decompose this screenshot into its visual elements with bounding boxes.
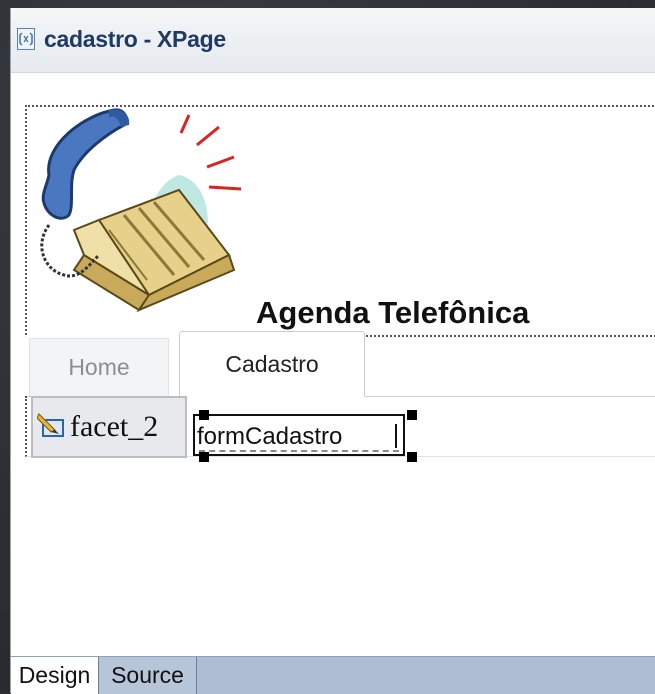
editor-titlebar[interactable]: cadastro - XPage (11, 8, 655, 73)
tab-cadastro[interactable]: Cadastro (179, 331, 365, 397)
tab-home[interactable]: Home (29, 338, 169, 396)
selection-handle-top-right[interactable] (407, 410, 417, 420)
tab-design[interactable]: Design (11, 657, 99, 694)
telephone-and-book-image[interactable] (29, 105, 254, 330)
form-label: formCadastro (197, 423, 343, 450)
editor-title: cadastro - XPage (44, 26, 226, 52)
form-cadastro-control[interactable]: formCadastro (193, 414, 405, 456)
text-cursor (395, 424, 397, 448)
tab-source[interactable]: Source (99, 657, 197, 694)
selection-handle-top-left[interactable] (199, 410, 209, 420)
body-panel-outline[interactable]: facet_2 formCadastro (25, 396, 655, 462)
app-title: Agenda Telefônica (256, 295, 530, 330)
selection-handle-bottom-left[interactable] (199, 452, 209, 462)
facet-placeholder[interactable]: facet_2 (31, 396, 187, 458)
xpage-editor-window: cadastro - XPage Agenda Telefônica Home … (10, 8, 655, 694)
tab-bar: Home Cadastro (25, 328, 655, 397)
pencil-edit-icon (36, 412, 67, 443)
xpage-file-icon (17, 28, 35, 50)
design-canvas[interactable]: Agenda Telefônica Home Cadastro facet_2 … (11, 73, 655, 656)
facet-label: facet_2 (70, 410, 159, 443)
editor-mode-tabs: Design Source (11, 656, 655, 694)
selection-handle-bottom-right[interactable] (407, 452, 417, 462)
